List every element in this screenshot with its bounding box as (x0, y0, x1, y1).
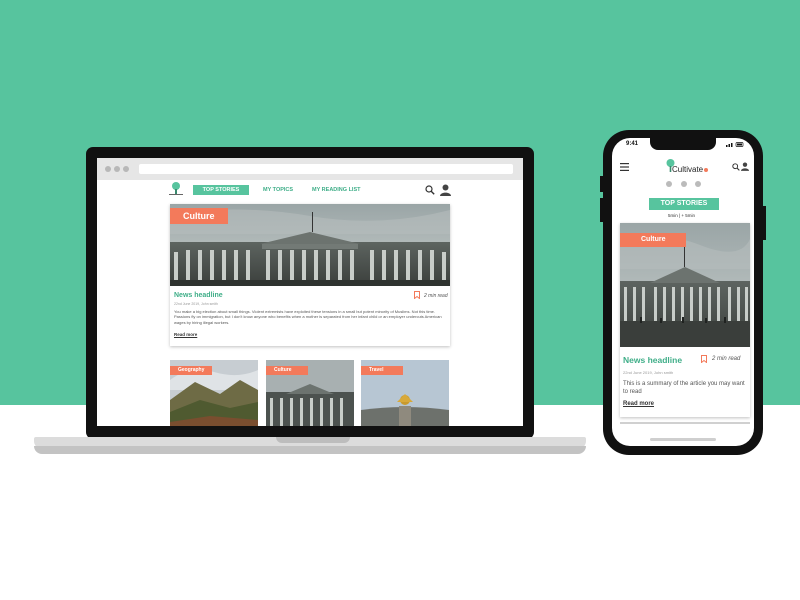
nav-my-reading-list[interactable]: MY READING LIST (312, 185, 361, 195)
nav-my-topics[interactable]: MY TOPICS (263, 185, 293, 195)
window-maximize-dot[interactable] (123, 166, 129, 172)
desktop-browser-window: TOP STORIES MY TOPICS MY READING LIST Cu… (97, 158, 523, 426)
story-headline[interactable]: News headline (623, 355, 682, 365)
bookmark-icon[interactable] (701, 355, 707, 363)
address-bar[interactable] (139, 164, 513, 174)
tab-top-stories[interactable]: TOP STORIES (649, 198, 719, 210)
phone-power-button (763, 206, 766, 240)
story-summary: You make a big election about small thin… (174, 309, 442, 325)
search-icon[interactable] (425, 185, 435, 195)
featured-story-card[interactable]: Culture News headline 2 min read 22nd Ju… (170, 204, 450, 346)
category-tag[interactable]: Geography (170, 366, 212, 375)
story-headline[interactable]: News headline (174, 292, 223, 299)
category-tag[interactable]: Culture (266, 366, 308, 375)
story-meta: 22nd June 2019, John smith (174, 302, 218, 306)
mobile-screen: 9:41 Cultivate TOP STORIES 5min | + 5min (612, 138, 754, 446)
story-card-geography[interactable]: Geography (170, 360, 258, 426)
read-time: 2 min read (424, 293, 448, 299)
category-tag[interactable]: Culture (620, 233, 686, 247)
read-time: 2 min read (712, 356, 741, 362)
phone-volume-button (600, 198, 603, 222)
nav-top-stories[interactable]: TOP STORIES (193, 185, 249, 195)
next-card-edge (620, 422, 750, 424)
category-tag[interactable]: Travel (361, 366, 403, 375)
time-filter[interactable]: 5min | + 5min (668, 213, 695, 218)
brand-name[interactable]: Cultivate (672, 165, 703, 174)
home-indicator[interactable] (650, 438, 716, 441)
laptop-base-shadow (34, 446, 586, 454)
browser-toolbar (97, 158, 523, 180)
carousel-dot[interactable] (666, 181, 672, 187)
phone-notch (650, 138, 716, 150)
carousel-dot[interactable] (681, 181, 687, 187)
story-meta: 22nd June 2019, John smith (623, 370, 674, 375)
read-more-link[interactable]: Read more (174, 332, 197, 337)
brand-dot (704, 168, 708, 172)
carousel-dot[interactable] (695, 181, 701, 187)
window-minimize-dot[interactable] (114, 166, 120, 172)
story-card-culture[interactable]: Culture (266, 360, 354, 426)
hamburger-menu-icon[interactable] (620, 163, 629, 171)
story-summary: This is a summary of the article you may… (623, 381, 745, 395)
user-icon[interactable] (440, 184, 451, 196)
tree-icon[interactable] (169, 182, 183, 196)
phone-volume-button (600, 176, 603, 192)
mobile-story-card[interactable]: Culture News headline 2 min read 22nd Ju… (620, 223, 750, 417)
story-card-travel[interactable]: Travel (361, 360, 449, 426)
category-tag[interactable]: Culture (170, 208, 228, 224)
read-more-link[interactable]: Read more (623, 401, 654, 407)
window-close-dot[interactable] (105, 166, 111, 172)
user-icon[interactable] (741, 162, 749, 171)
signal-battery-icon (726, 142, 744, 147)
laptop-opening-notch (276, 437, 350, 443)
search-icon[interactable] (732, 163, 740, 171)
status-time: 9:41 (626, 141, 639, 147)
bookmark-icon[interactable] (414, 291, 420, 299)
